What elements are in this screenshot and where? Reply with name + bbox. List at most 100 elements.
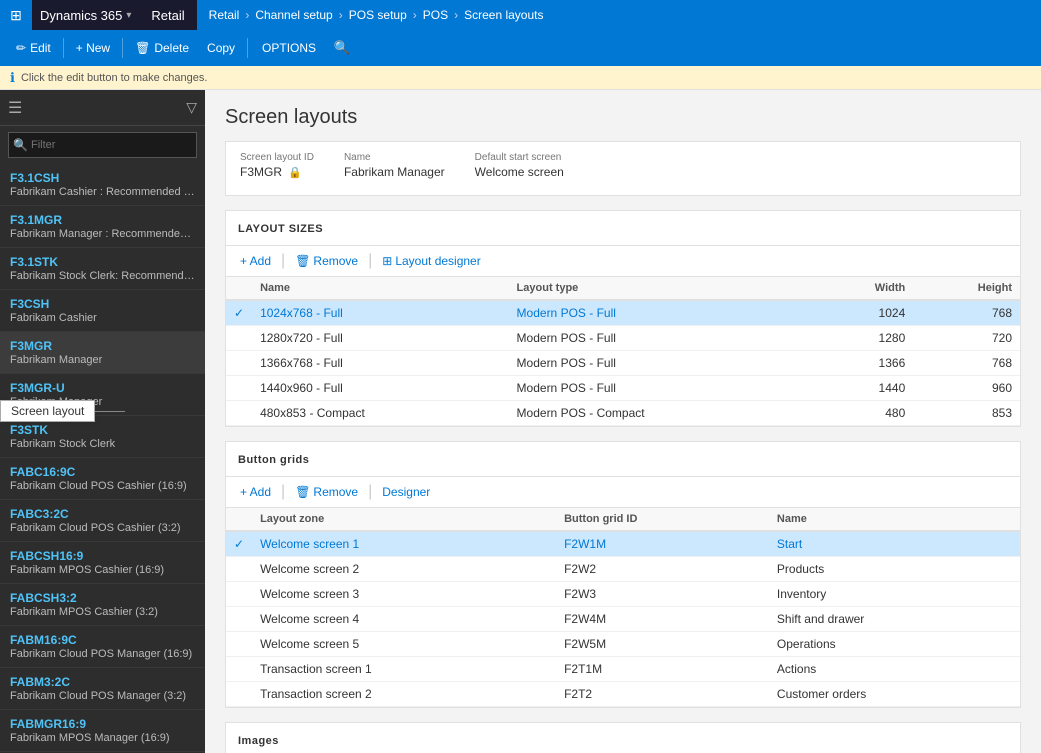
options-button[interactable]: OPTIONS <box>252 34 326 62</box>
layout-sizes-section: LAYOUT SIZES + Add | 🗑 Remove | ⊞ Layout… <box>225 210 1021 427</box>
bg-remove-icon: 🗑 <box>295 485 310 499</box>
table-row[interactable]: ✓ Welcome screen 1 F2W1M Start <box>226 531 1020 557</box>
sidebar-item-code: FABM16:9C <box>10 633 195 647</box>
row-check <box>226 376 252 401</box>
row-width: 1440 <box>815 376 914 401</box>
row-name: Shift and drawer <box>769 607 1020 632</box>
sidebar-item[interactable]: FABC3:2C Fabrikam Cloud POS Cashier (3:2… <box>0 500 205 542</box>
bg-designer-label: Designer <box>382 485 430 499</box>
new-button[interactable]: + New <box>68 34 118 62</box>
main-layout: ☰ ▽ 🔍 F3.1CSH Fabrikam Cashier : Recomme… <box>0 90 1041 753</box>
row-check <box>226 607 252 632</box>
images-section: Images + Add | 🗑 Remove Layout zone Imag <box>225 722 1021 753</box>
row-height: 768 <box>913 300 1020 326</box>
row-name: 480x853 - Compact <box>252 401 508 426</box>
row-gridid: F2T1M <box>556 657 769 682</box>
field-id-value-row: F3MGR 🔒 <box>240 165 314 179</box>
bg-remove-button[interactable]: 🗑 Remove <box>291 483 362 501</box>
sidebar-item-code: FABCSH16:9 <box>10 549 195 563</box>
sidebar-item[interactable]: FABM3:2C Fabrikam Cloud POS Manager (3:2… <box>0 668 205 710</box>
hamburger-icon[interactable]: ☰ <box>8 98 22 118</box>
copy-label: Copy <box>207 41 235 55</box>
sep4: › <box>454 8 458 22</box>
layout-remove-icon: 🗑 <box>295 254 310 268</box>
layout-remove-button[interactable]: 🗑 Remove <box>291 252 362 270</box>
module-name[interactable]: Retail <box>139 8 196 23</box>
app-name-section[interactable]: Dynamics 365 ▾ <box>32 8 139 23</box>
table-row[interactable]: 1280x720 - Full Modern POS - Full 1280 7… <box>226 326 1020 351</box>
sidebar-item[interactable]: FABC16:9C Fabrikam Cloud POS Cashier (16… <box>0 458 205 500</box>
table-row[interactable]: 480x853 - Compact Modern POS - Compact 4… <box>226 401 1020 426</box>
sidebar-item[interactable]: FABCSH3:2 Fabrikam MPOS Cashier (3:2) <box>0 584 205 626</box>
table-row[interactable]: Welcome screen 2 F2W2 Products <box>226 557 1020 582</box>
lock-icon: 🔒 <box>288 166 302 179</box>
sidebar-search-container: 🔍 <box>8 132 197 158</box>
table-row[interactable]: Transaction screen 1 F2T1M Actions <box>226 657 1020 682</box>
button-grids-toolbar: + Add | 🗑 Remove | Designer <box>226 477 1020 508</box>
sidebar-item-name: Fabrikam Cloud POS Cashier (3:2) <box>10 522 195 534</box>
sidebar-item[interactable]: FABMGR16:9 Fabrikam MPOS Manager (16:9) <box>0 710 205 752</box>
row-check <box>226 682 252 707</box>
button-grids-table: Layout zone Button grid ID Name ✓ Welcom… <box>226 508 1020 707</box>
sidebar-item-code: FABMGR16:9 <box>10 717 195 731</box>
layout-sizes-toolbar: + Add | 🗑 Remove | ⊞ Layout designer <box>226 246 1020 277</box>
row-layout-type: Modern POS - Full <box>509 326 815 351</box>
row-zone: Welcome screen 5 <box>252 632 556 657</box>
row-zone: Welcome screen 4 <box>252 607 556 632</box>
row-zone: Welcome screen 3 <box>252 582 556 607</box>
table-row[interactable]: Welcome screen 5 F2W5M Operations <box>226 632 1020 657</box>
sidebar-item[interactable]: F3CSH Fabrikam Cashier <box>0 290 205 332</box>
layout-designer-button[interactable]: ⊞ Layout designer <box>378 252 484 270</box>
sidebar-item[interactable]: FABCSH16:9 Fabrikam MPOS Cashier (16:9) <box>0 542 205 584</box>
sidebar-item[interactable]: F3.1STK Fabrikam Stock Clerk: Recommende… <box>0 248 205 290</box>
sidebar-item[interactable]: F3.1CSH Fabrikam Cashier : Recommended P… <box>0 164 205 206</box>
sidebar-item[interactable]: F3STK Fabrikam Stock Clerk <box>0 416 205 458</box>
layout-remove-label: Remove <box>313 254 358 268</box>
layout-add-button[interactable]: + Add <box>236 252 275 270</box>
bg-add-button[interactable]: + Add <box>236 483 275 501</box>
sidebar-item-code: F3MGR <box>10 339 195 353</box>
main-toolbar: ✏ Edit + New 🗑 Delete Copy OPTIONS 🔍 <box>0 30 1041 66</box>
sidebar-filter-input[interactable] <box>8 132 197 158</box>
new-label: + New <box>76 41 110 55</box>
row-layout-type: Modern POS - Full <box>509 376 815 401</box>
bg-col-check <box>226 508 252 531</box>
bg-col-name: Name <box>769 508 1020 531</box>
table-row[interactable]: 1366x768 - Full Modern POS - Full 1366 7… <box>226 351 1020 376</box>
app-logo[interactable]: ⊞ <box>0 0 32 30</box>
sidebar-item[interactable]: FABM16:9C Fabrikam Cloud POS Manager (16… <box>0 626 205 668</box>
filter-icon[interactable]: ▽ <box>186 99 197 116</box>
sidebar-item-name: Fabrikam Cloud POS Manager (3:2) <box>10 690 195 702</box>
field-name-group: Name Fabrikam Manager <box>344 152 445 179</box>
table-row[interactable]: Welcome screen 4 F2W4M Shift and drawer <box>226 607 1020 632</box>
layout-designer-label: Layout designer <box>395 254 480 268</box>
layout-designer-icon: ⊞ <box>382 254 392 268</box>
bg-designer-button[interactable]: Designer <box>378 483 434 501</box>
row-name: 1440x960 - Full <box>252 376 508 401</box>
sidebar-item-name: Fabrikam MPOS Cashier (3:2) <box>10 606 195 618</box>
table-row[interactable]: ✓ 1024x768 - Full Modern POS - Full 1024… <box>226 300 1020 326</box>
start-screen-label: Default start screen <box>475 152 564 163</box>
row-height: 853 <box>913 401 1020 426</box>
sidebar-item[interactable]: F3MGR Fabrikam Manager <box>0 332 205 374</box>
row-check <box>226 351 252 376</box>
bg-sep2: | <box>368 483 372 501</box>
copy-button[interactable]: Copy <box>199 34 243 62</box>
table-row[interactable]: Transaction screen 2 F2T2 Customer order… <box>226 682 1020 707</box>
sep3: › <box>413 8 417 22</box>
table-row[interactable]: Welcome screen 3 F2W3 Inventory <box>226 582 1020 607</box>
toolbar-search-button[interactable]: 🔍 <box>328 34 356 62</box>
edit-button[interactable]: ✏ Edit <box>8 34 59 62</box>
sep1: › <box>245 8 249 22</box>
sidebar-item-code: FABC16:9C <box>10 465 195 479</box>
breadcrumb-pos: POS setup <box>349 8 407 22</box>
sidebar-item[interactable]: F3.1MGR Fabrikam Manager : Recommended P… <box>0 206 205 248</box>
sidebar-item-code: FABCSH3:2 <box>10 591 195 605</box>
sidebar-item[interactable]: F3MGR-U Fabrikam Manager <box>0 374 205 416</box>
breadcrumb-pos2: POS <box>423 8 448 22</box>
delete-button[interactable]: 🗑 Delete <box>127 34 197 62</box>
row-name: Customer orders <box>769 682 1020 707</box>
id-label: Screen layout ID <box>240 152 314 163</box>
sidebar-item-name: Fabrikam Stock Clerk: Recommended Pr... <box>10 270 195 282</box>
table-row[interactable]: 1440x960 - Full Modern POS - Full 1440 9… <box>226 376 1020 401</box>
